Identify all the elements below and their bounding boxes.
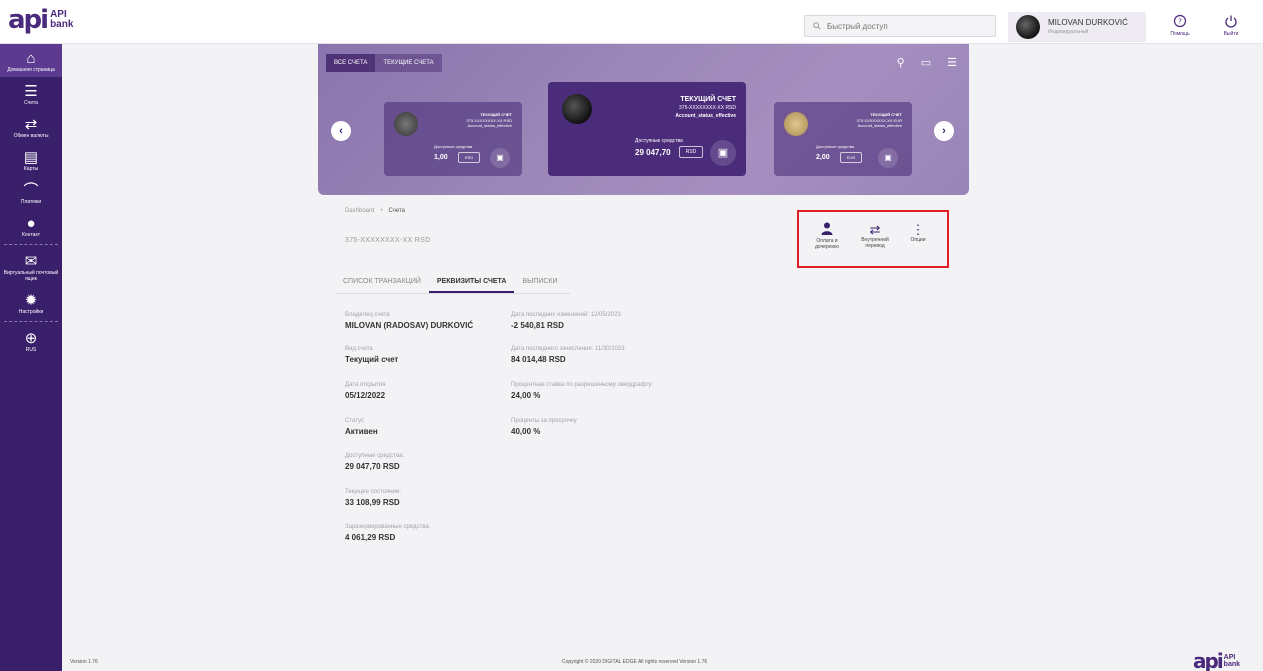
- field-status: Статус Активен: [345, 418, 378, 436]
- breadcrumb-current: Счета: [388, 208, 406, 214]
- sidebar-item-settings[interactable]: ✹ Настройки: [0, 286, 62, 319]
- account-tabs: СПИСОК ТРАНЗАКЦИЙ РЕКВИЗИТЫ СЧЕТА ВЫПИСК…: [335, 270, 570, 294]
- sidebar-item-accounts[interactable]: ☰ Счета: [0, 77, 62, 110]
- account-actions-highlight: Оплата в дочернюю ⇄ Внутренний перевод ⋮…: [797, 210, 949, 268]
- user-role: Индивидуальный: [1048, 29, 1089, 35]
- transfer-icon: ⇄: [869, 222, 881, 237]
- sidebar: ⌂ Домашняя страница ☰ Счета ⇄ Обмен валю…: [0, 44, 62, 671]
- logout-label: Выйти: [1223, 31, 1239, 37]
- person-icon: [821, 222, 833, 238]
- footer: Version 1.76 Copyright © 2020 DIGITAL ED…: [62, 648, 1263, 671]
- tab-statements[interactable]: ВЫПИСКИ: [514, 270, 565, 293]
- breadcrumb-separator: •: [380, 208, 383, 214]
- carousel-prev-button[interactable]: ‹: [331, 121, 351, 141]
- mail-icon: ✉: [24, 253, 38, 270]
- sidebar-item-home[interactable]: ⌂ Домашняя страница: [0, 44, 62, 77]
- currency-select[interactable]: RSD: [458, 152, 480, 163]
- currency-select[interactable]: RSD: [679, 146, 703, 158]
- gear-icon: ✹: [24, 292, 38, 309]
- user-name: MILOVAN DURKOVIĆ: [1048, 18, 1128, 27]
- field-current-balance: Текущее состояние: 33 108,99 RSD: [345, 489, 401, 507]
- more-icon: ⋮: [911, 222, 925, 237]
- copyright-text: Copyright © 2020 DIGITAL EDGE All rights…: [562, 659, 708, 665]
- help-label: Помощь: [1170, 31, 1190, 37]
- tab-current-accounts[interactable]: ТЕКУЩИЕ СЧЕТА: [375, 54, 441, 72]
- currency-select[interactable]: EUR: [840, 152, 862, 163]
- power-icon: [1224, 14, 1238, 31]
- copy-icon[interactable]: ▣: [710, 140, 736, 166]
- sidebar-item-exchange[interactable]: ⇄ Обмен валюты: [0, 110, 62, 143]
- card-view-icon[interactable]: ▭: [921, 56, 931, 69]
- footer-logo: api API bank: [1193, 649, 1241, 671]
- tab-all-accounts[interactable]: ВСЕ СЧЕТА: [326, 54, 376, 72]
- copy-icon[interactable]: ▣: [490, 148, 510, 168]
- logout-button[interactable]: Выйти: [1214, 14, 1248, 37]
- tab-transactions[interactable]: СПИСОК ТРАНЗАКЦИЙ: [335, 270, 429, 293]
- carousel-tabs: ВСЕ СЧЕТА ТЕКУЩИЕ СЧЕТА: [326, 54, 442, 72]
- sidebar-item-contact[interactable]: ● Контакт: [0, 209, 62, 242]
- help-button[interactable]: ? Помощь: [1163, 14, 1197, 37]
- card-icon: ▤: [23, 149, 39, 166]
- account-avatar: [394, 112, 418, 136]
- avatar: [1016, 15, 1040, 39]
- home-icon: ⌂: [26, 50, 36, 67]
- field-last-credit: Дата последнего зачисления: 11/30/2023 8…: [511, 346, 625, 364]
- svg-text:?: ?: [1178, 18, 1182, 26]
- sidebar-item-cards[interactable]: ▤ Карты: [0, 143, 62, 176]
- sidebar-item-payments[interactable]: ⌒ Платежи: [0, 176, 62, 209]
- logo-line-2: bank: [50, 19, 74, 30]
- logo-mark: api: [8, 5, 49, 35]
- account-number: 375-XXXXXXXX-XX RSD: [345, 237, 431, 244]
- globe-icon: ⊕: [24, 330, 38, 347]
- breadcrumb: Dashboard • Счета: [345, 208, 405, 214]
- field-reserved-funds: Зарезервированные средства: 4 061,29 RSD: [345, 524, 431, 542]
- field-owner: Владелец счета MILOVAN (RADOSAV) DURKOVI…: [345, 312, 474, 330]
- search-input[interactable]: [827, 21, 977, 31]
- field-last-change: Дата последних изменений: 12/05/2023 -2 …: [511, 312, 621, 330]
- search-icon[interactable]: ⚲: [897, 56, 905, 69]
- exchange-icon: ⇄: [24, 116, 38, 133]
- api-bank-logo[interactable]: api API bank: [8, 7, 73, 33]
- options-button[interactable]: ⋮ Опции: [903, 222, 933, 243]
- account-avatar: [784, 112, 808, 136]
- pay-to-child-button[interactable]: Оплата в дочернюю: [809, 222, 845, 250]
- chat-help-icon: ?: [1173, 14, 1187, 31]
- accounts-carousel: ВСЕ СЧЕТА ТЕКУЩИЕ СЧЕТА ⚲ ▭ ☰ ‹ › ТЕКУЩИ…: [318, 44, 969, 195]
- sidebar-item-language[interactable]: ⊕ RUS: [0, 324, 62, 357]
- account-card[interactable]: ТЕКУЩИЙ СЧЕТ 375-XXXXXXXX-XX EUR Account…: [774, 102, 912, 176]
- field-account-type: Вид счета Текущий счет: [345, 346, 399, 364]
- sidebar-item-mailbox[interactable]: ✉ Виртуальный почтовый ящик: [0, 247, 62, 286]
- contact-icon: ●: [26, 215, 36, 232]
- field-available-funds: Доступные средства: 29 047,70 RSD: [345, 453, 405, 471]
- sidebar-divider: [4, 321, 58, 322]
- list-view-icon[interactable]: ☰: [947, 56, 957, 69]
- search-icon: [813, 22, 821, 30]
- account-card-selected[interactable]: ТЕКУЩИЙ СЧЕТ 375-XXXXXXXX-XX RSD Account…: [548, 82, 746, 176]
- account-card[interactable]: ТЕКУЩИЙ СЧЕТ 375-XXXXXXXX-XX RSD Account…: [384, 102, 522, 176]
- field-opened-date: Дата открытия 05/12/2022: [345, 382, 386, 400]
- payment-icon: ⌒: [23, 182, 39, 199]
- field-overdue-rate: Проценты за просрочку 40,00 %: [511, 418, 577, 436]
- account-avatar: [562, 94, 592, 124]
- user-profile-box[interactable]: MILOVAN DURKOVIĆ Индивидуальный: [1008, 12, 1146, 42]
- sidebar-divider: [4, 244, 58, 245]
- breadcrumb-root[interactable]: Dashboard: [345, 208, 374, 214]
- quick-access-search[interactable]: [804, 15, 996, 37]
- app-header: api API bank MILOVAN DURKOVIĆ Индивидуал…: [0, 0, 1263, 44]
- version-text: Version 1.76: [70, 659, 98, 665]
- field-overdraft-rate: Процентная ставка по разрешенному овердр…: [511, 382, 653, 400]
- internal-transfer-button[interactable]: ⇄ Внутренний перевод: [853, 222, 897, 249]
- list-icon: ☰: [24, 83, 38, 100]
- tab-account-details[interactable]: РЕКВИЗИТЫ СЧЕТА: [428, 270, 515, 293]
- copy-icon[interactable]: ▣: [878, 148, 898, 168]
- carousel-next-button[interactable]: ›: [934, 121, 954, 141]
